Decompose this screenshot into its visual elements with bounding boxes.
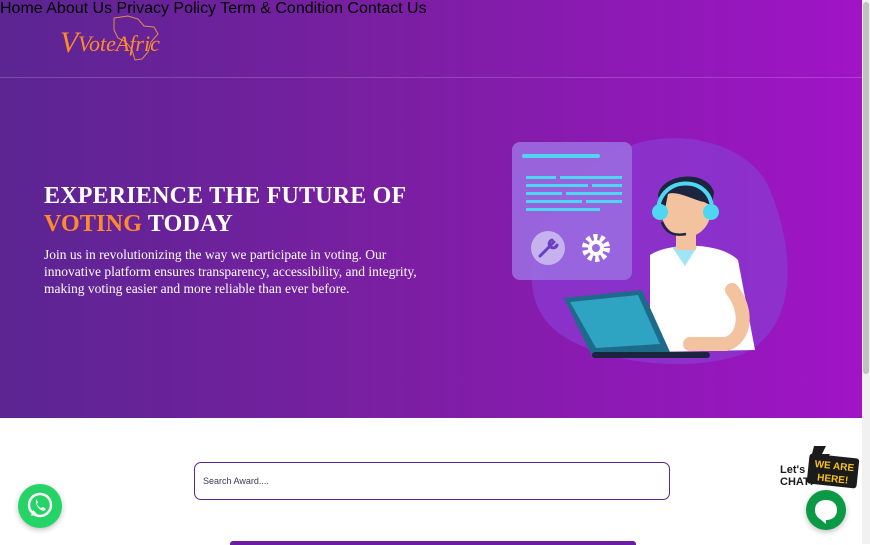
support-agent-illustration [512,138,788,365]
scrollbar-thumb[interactable] [863,2,869,374]
whatsapp-icon [27,492,53,518]
headline-line1: EXPERIENCE THE FUTURE OF [44,183,407,209]
search-award-box [194,462,670,500]
nav-home[interactable]: Home [0,0,43,17]
nav-contact-us[interactable]: Contact Us [347,0,426,17]
hero-section: V VoteAfric Home About Us Privacy Policy… [0,0,862,418]
chat-badge-line1: Let's [780,464,805,476]
headline-rest: TODAY [142,211,233,237]
header: V VoteAfric Home About Us Privacy Policy… [0,0,862,78]
page-scrollbar[interactable] [862,0,870,544]
next-section-strip [230,541,636,545]
chat-bubble-icon [815,500,837,524]
whatsapp-button[interactable] [18,484,62,528]
live-chat-button[interactable] [806,490,846,530]
headline-accent: VOTING [44,211,143,237]
logo-text: VoteAfric [78,31,160,56]
chat-badge-line2: CHAT! [780,476,813,488]
search-award-input[interactable] [195,463,669,499]
hero-description: Join us in revolutionizing the way we pa… [44,247,417,296]
logo[interactable]: V VoteAfric [58,12,182,64]
nav-term-condition[interactable]: Term & Condition [220,0,343,17]
hero-headline: EXPERIENCE THE FUTURE OF VOTING TODAY [44,182,464,238]
